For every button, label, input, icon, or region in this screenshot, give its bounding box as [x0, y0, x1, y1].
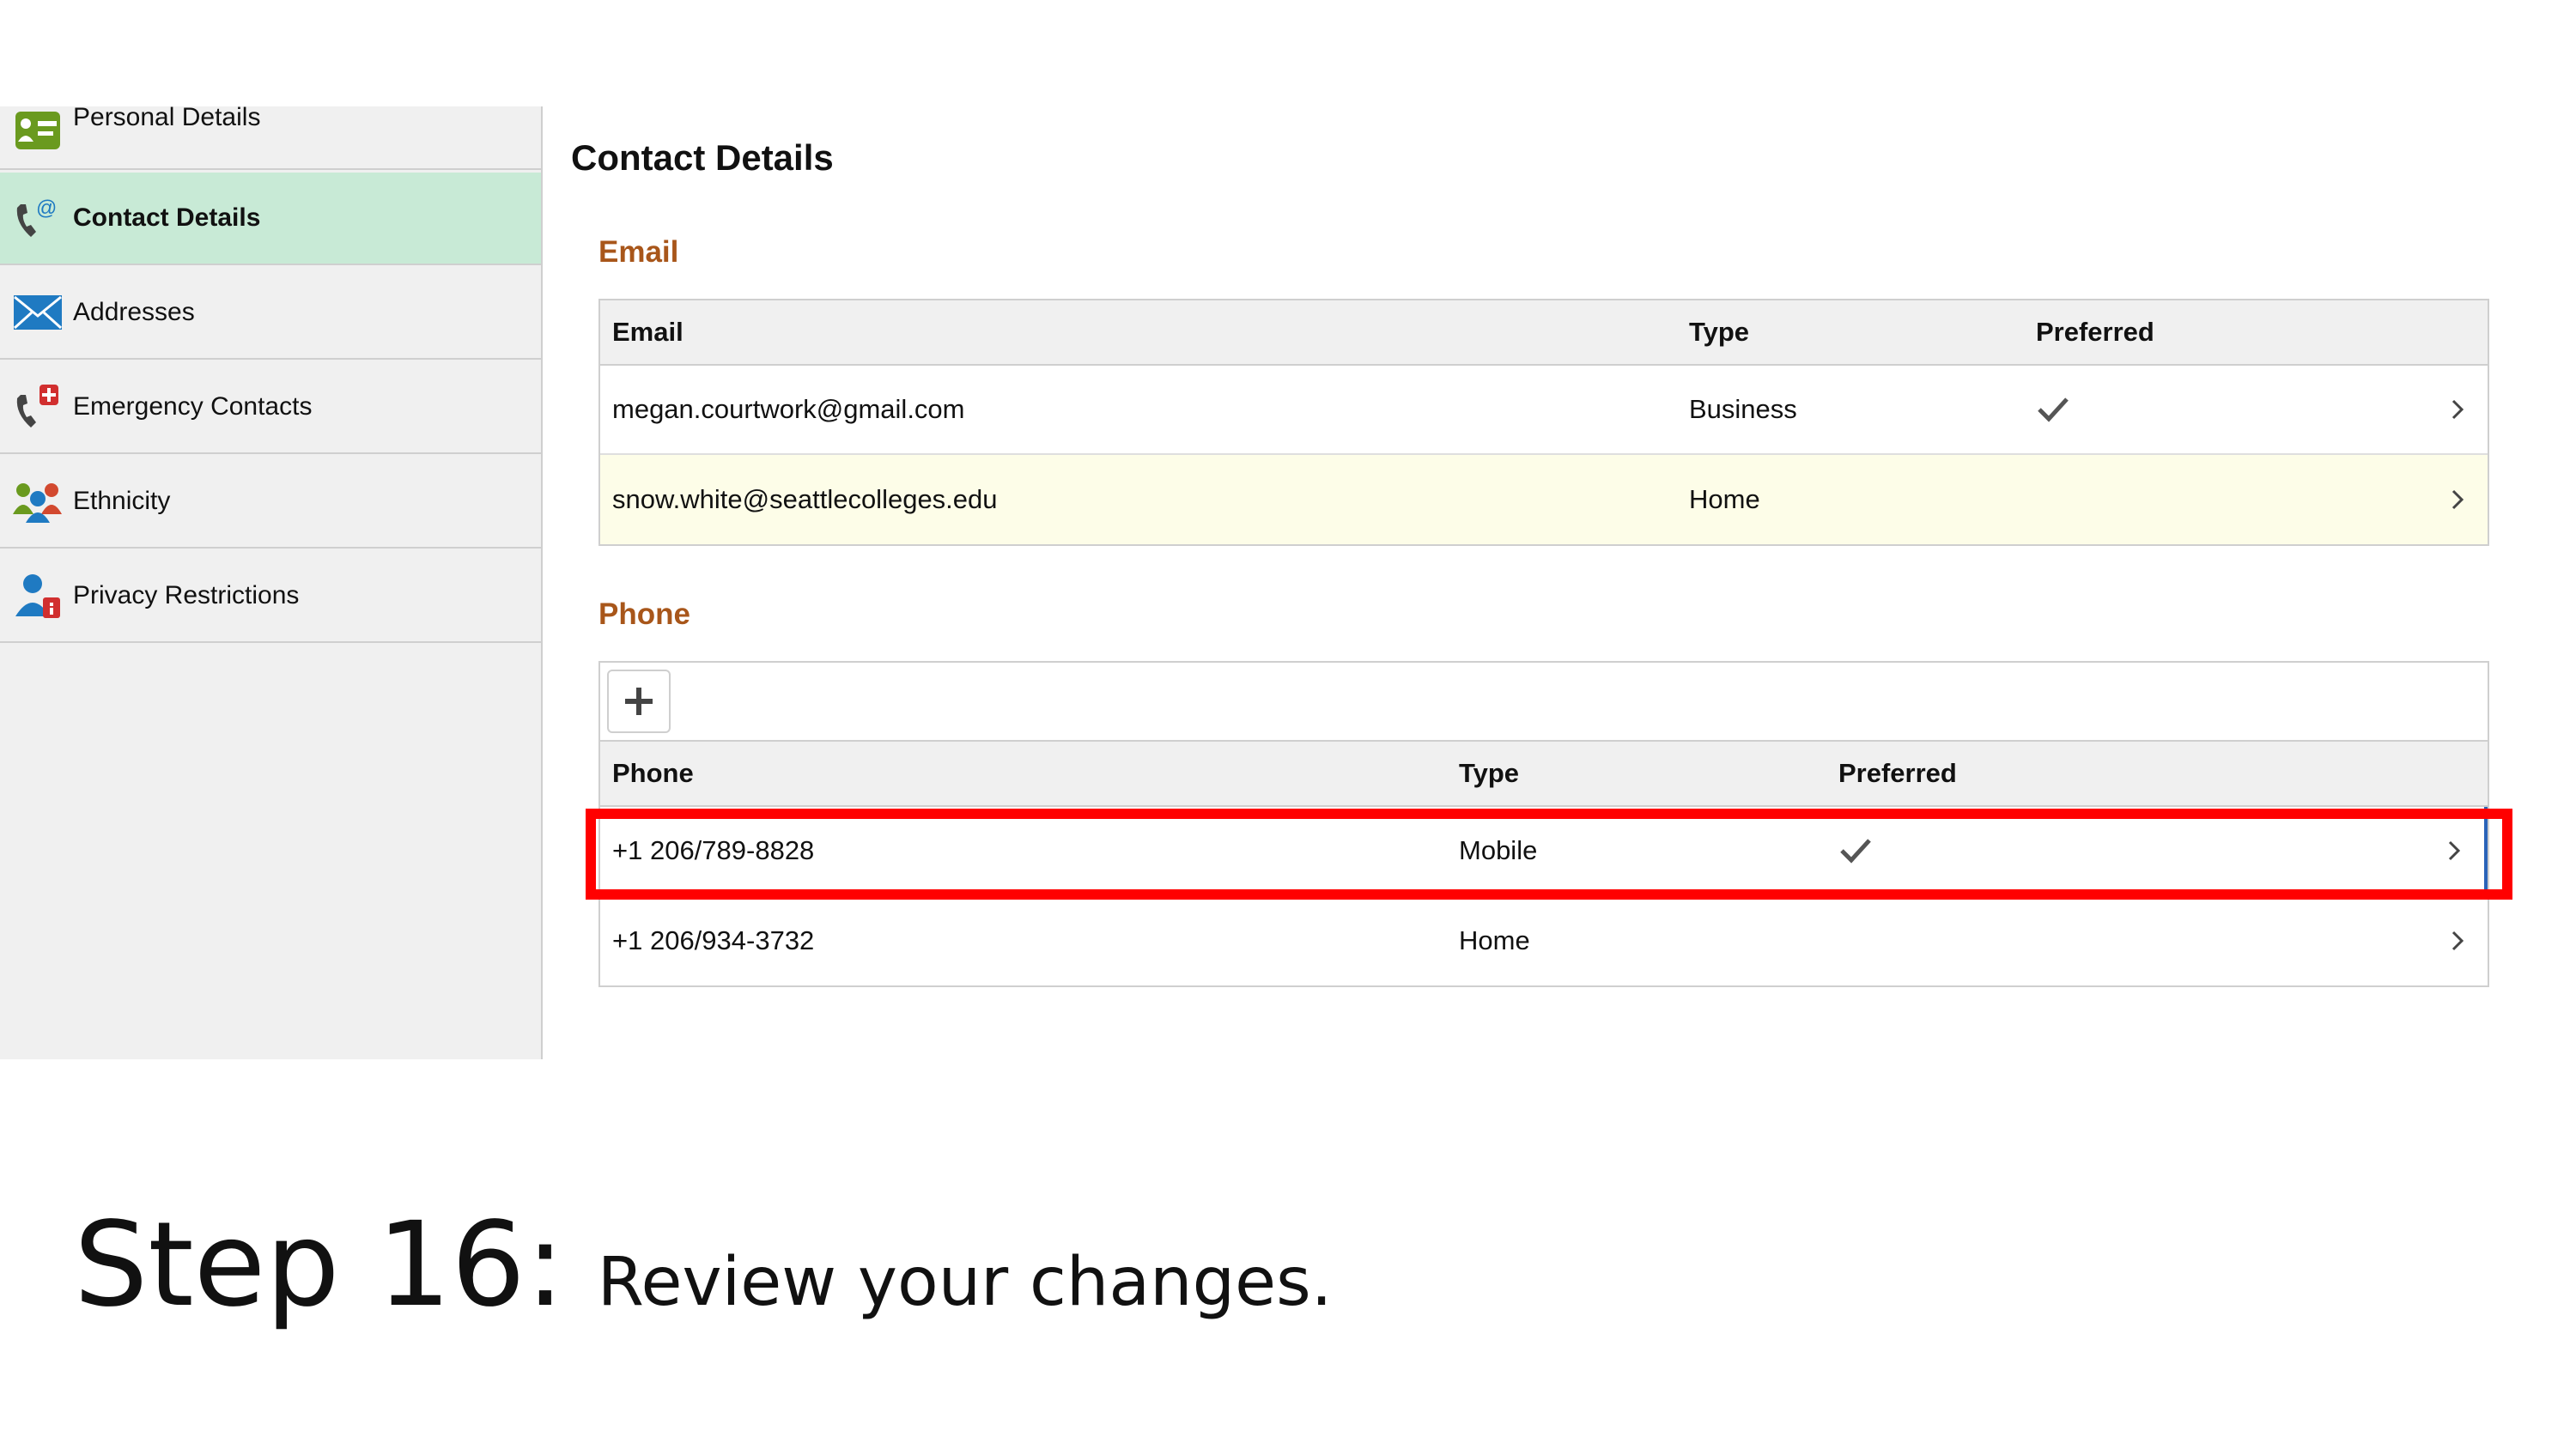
- email-grid-header: Email Type Preferred: [600, 300, 2488, 366]
- people-icon: [12, 477, 64, 525]
- column-header-email: Email: [612, 317, 683, 347]
- type-cell: Home: [1459, 925, 1530, 955]
- table-row[interactable]: snow.white@seattlecolleges.edu Home: [600, 455, 2488, 544]
- phone-section-title: Phone: [598, 597, 690, 631]
- plus-icon: [625, 688, 653, 715]
- phone-grid-toolbar: [600, 663, 2488, 742]
- svg-text:@: @: [36, 197, 57, 220]
- column-header-preferred: Preferred: [2036, 317, 2154, 347]
- phone-grid: Phone Type Preferred +1 206/789-8828 Mob…: [598, 661, 2489, 987]
- sidebar-item-label: Privacy Restrictions: [73, 581, 300, 609]
- chevron-right-icon[interactable]: [2445, 487, 2470, 512]
- type-cell: Mobile: [1459, 835, 1538, 865]
- type-cell: Business: [1689, 394, 1797, 424]
- sidebar-item-ethnicity[interactable]: Ethnicity: [0, 456, 541, 549]
- phone-grid-header: Phone Type Preferred: [600, 742, 2488, 807]
- sidebar-item-contact-details[interactable]: @ Contact Details: [0, 173, 541, 265]
- sidebar-item-addresses[interactable]: Addresses: [0, 267, 541, 360]
- table-row[interactable]: +1 206/934-3732 Home: [600, 896, 2488, 985]
- column-header-phone: Phone: [612, 758, 694, 788]
- sidebar-item-label: Personal Details: [73, 103, 261, 131]
- phone-cell: +1 206/789-8828: [612, 835, 815, 865]
- table-row[interactable]: +1 206/789-8828 Mobile: [600, 807, 2488, 896]
- column-header-type: Type: [1459, 758, 1520, 788]
- checkmark-icon: [1840, 839, 1871, 864]
- step-description: Review your changes.: [597, 1244, 1333, 1321]
- sidebar-item-privacy-restrictions[interactable]: Privacy Restrictions: [0, 550, 541, 643]
- checkmark-icon: [2038, 397, 2069, 422]
- sidebar-item-label: Contact Details: [73, 203, 261, 232]
- type-cell: Home: [1689, 484, 1760, 514]
- add-phone-button[interactable]: [607, 670, 671, 733]
- email-cell: megan.courtwork@gmail.com: [612, 394, 965, 424]
- sidebar: Personal Details @ Contact Details Addre…: [0, 103, 543, 1059]
- sidebar-item-emergency-contacts[interactable]: Emergency Contacts: [0, 361, 541, 454]
- person-lock-icon: [12, 572, 64, 620]
- table-row[interactable]: megan.courtwork@gmail.com Business: [600, 366, 2488, 455]
- phone-plus-icon: [12, 383, 64, 431]
- email-grid: Email Type Preferred megan.courtwork@gma…: [598, 299, 2489, 546]
- email-cell: snow.white@seattlecolleges.edu: [612, 484, 998, 514]
- sidebar-item-label: Ethnicity: [73, 487, 171, 515]
- step-number: Step 16:: [74, 1197, 565, 1333]
- page-title: Contact Details: [571, 137, 834, 178]
- step-caption: Step 16: Review your changes.: [74, 1197, 1333, 1333]
- screenshot-region: Personal Details @ Contact Details Addre…: [0, 103, 2576, 1059]
- phone-cell: +1 206/934-3732: [612, 925, 815, 955]
- sidebar-item-personal-details[interactable]: Personal Details: [0, 103, 541, 170]
- phone-at-icon: @: [12, 194, 64, 242]
- id-card-icon: [12, 106, 64, 155]
- column-header-type: Type: [1689, 317, 1750, 347]
- chevron-right-icon[interactable]: [2445, 397, 2470, 422]
- chevron-right-icon[interactable]: [2441, 838, 2467, 864]
- column-header-preferred: Preferred: [1838, 758, 1957, 788]
- chevron-right-icon[interactable]: [2445, 928, 2470, 954]
- envelope-icon: [12, 288, 64, 336]
- sidebar-item-label: Addresses: [73, 298, 195, 326]
- email-section-title: Email: [598, 235, 679, 269]
- sidebar-item-label: Emergency Contacts: [73, 392, 313, 421]
